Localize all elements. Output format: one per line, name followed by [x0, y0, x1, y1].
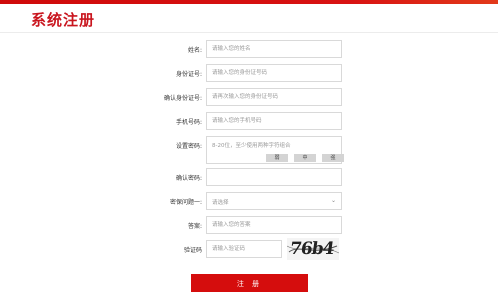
strength-weak: 弱 [266, 154, 288, 162]
name-label: 姓名: [187, 47, 202, 54]
name-input[interactable] [206, 40, 342, 58]
strength-strong: 强 [322, 154, 344, 162]
phone-row: 手机号码: [0, 112, 498, 132]
password-input[interactable] [207, 141, 341, 151]
phone-input[interactable] [206, 112, 342, 130]
confirm-password-label: 确认密码: [175, 175, 202, 182]
id-number-row: 身份证号: [0, 64, 498, 84]
password-label: 设置密码: [175, 143, 202, 150]
security-question-select[interactable]: 请选择 ⌄ [206, 192, 342, 210]
confirm-password-input[interactable] [206, 168, 342, 186]
id-number-input[interactable] [206, 64, 342, 82]
confirm-password-row: 确认密码: [0, 168, 498, 188]
security-question-label: 密保问题一: [169, 199, 202, 206]
captcha-input[interactable] [206, 240, 282, 258]
top-accent-bar [0, 0, 498, 4]
strength-medium: 中 [294, 154, 316, 162]
register-button[interactable]: 注 册 [191, 274, 308, 292]
confirm-id-row: 确认身份证号: [0, 88, 498, 108]
chevron-down-icon: ⌄ [330, 197, 336, 204]
security-question-value: 请选择 [212, 200, 229, 206]
answer-label: 答案: [187, 223, 202, 230]
name-row: 姓名: [0, 40, 498, 60]
header-divider [0, 32, 498, 33]
phone-label: 手机号码: [175, 119, 202, 126]
captcha-row: 验证码 76b4 [0, 238, 498, 260]
password-row: 设置密码: 弱 中 强 [0, 136, 498, 164]
confirm-id-input[interactable] [206, 88, 342, 106]
captcha-label: 验证码 [183, 247, 202, 254]
captcha-image[interactable]: 76b4 [287, 238, 339, 260]
answer-row: 答案: [0, 216, 498, 236]
answer-input[interactable] [206, 216, 342, 234]
password-field[interactable]: 弱 中 强 [206, 136, 344, 164]
id-number-label: 身份证号: [175, 71, 202, 78]
captcha-text: 76b4 [288, 239, 335, 259]
confirm-id-label: 确认身份证号: [163, 95, 202, 102]
security-question-row: 密保问题一: 请选择 ⌄ [0, 192, 498, 212]
page-title: 系统注册 [31, 11, 96, 29]
